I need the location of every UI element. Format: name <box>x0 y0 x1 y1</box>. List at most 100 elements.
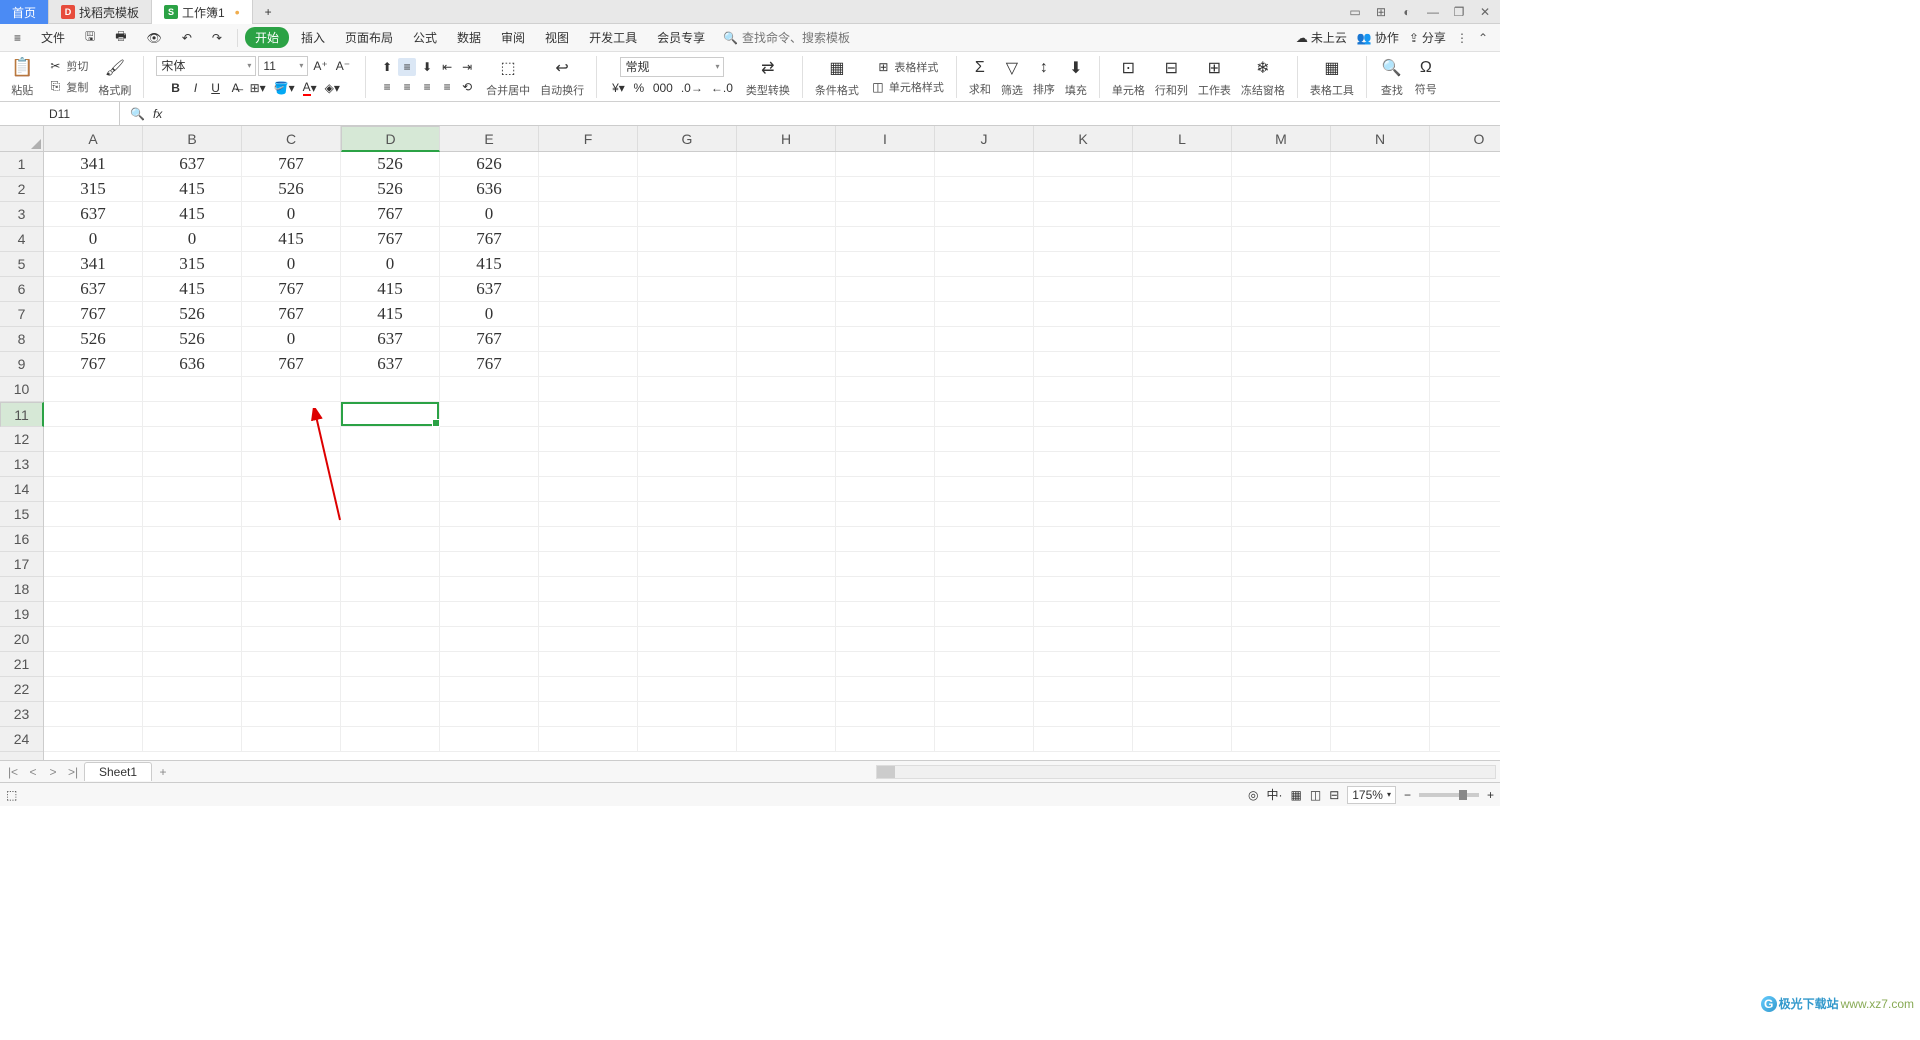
cell[interactable] <box>638 677 737 702</box>
formula-input[interactable] <box>172 102 1500 125</box>
cell[interactable] <box>1034 502 1133 527</box>
cell[interactable] <box>539 577 638 602</box>
cell[interactable] <box>539 552 638 577</box>
row-header[interactable]: 17 <box>0 552 43 577</box>
column-header[interactable]: L <box>1133 126 1232 151</box>
cell[interactable] <box>143 602 242 627</box>
cell[interactable] <box>638 727 737 752</box>
cell[interactable] <box>242 702 341 727</box>
cell[interactable] <box>1133 502 1232 527</box>
cell[interactable] <box>44 377 143 402</box>
cancel-fx-icon[interactable]: 🔍 <box>130 107 145 121</box>
cell[interactable]: 767 <box>440 352 539 377</box>
horizontal-scrollbar[interactable] <box>876 765 1496 779</box>
cell[interactable]: 637 <box>440 277 539 302</box>
command-search[interactable]: 🔍 <box>717 31 862 45</box>
tab-templates[interactable]: D 找稻壳模板 <box>49 0 152 24</box>
cell[interactable] <box>1232 702 1331 727</box>
cell[interactable] <box>1232 552 1331 577</box>
cell[interactable] <box>341 452 440 477</box>
cell[interactable] <box>1232 452 1331 477</box>
cell[interactable] <box>836 452 935 477</box>
cell[interactable] <box>935 627 1034 652</box>
zoom-select[interactable]: 175%▾ <box>1347 786 1396 804</box>
cell[interactable] <box>440 652 539 677</box>
cell[interactable] <box>44 677 143 702</box>
cell[interactable] <box>836 252 935 277</box>
cell[interactable] <box>44 602 143 627</box>
cell[interactable] <box>1430 377 1500 402</box>
cell[interactable] <box>44 702 143 727</box>
menu-file[interactable]: 文件 <box>33 26 73 49</box>
cell[interactable] <box>638 177 737 202</box>
cond-format-icon[interactable]: ▦ <box>826 56 847 80</box>
cell[interactable] <box>935 477 1034 502</box>
cell[interactable] <box>341 577 440 602</box>
cell[interactable] <box>1430 627 1500 652</box>
cell[interactable] <box>341 427 440 452</box>
cell[interactable]: 341 <box>44 152 143 177</box>
cell[interactable] <box>1232 577 1331 602</box>
cell[interactable] <box>1133 202 1232 227</box>
cell[interactable]: 526 <box>143 327 242 352</box>
cell[interactable] <box>143 527 242 552</box>
cell[interactable]: 0 <box>143 227 242 252</box>
cell[interactable] <box>737 302 836 327</box>
cell[interactable]: 767 <box>440 327 539 352</box>
cell[interactable] <box>242 727 341 752</box>
cell[interactable] <box>638 377 737 402</box>
menu-review[interactable]: 审阅 <box>493 26 533 49</box>
cell[interactable] <box>737 477 836 502</box>
cell[interactable] <box>1430 452 1500 477</box>
cell[interactable]: 0 <box>242 327 341 352</box>
row-header[interactable]: 14 <box>0 477 43 502</box>
cell[interactable] <box>737 377 836 402</box>
cell[interactable] <box>440 677 539 702</box>
cell[interactable] <box>1430 702 1500 727</box>
cell[interactable] <box>638 352 737 377</box>
sheet-nav-first-icon[interactable]: |< <box>4 763 22 781</box>
cell[interactable] <box>1034 177 1133 202</box>
cell[interactable] <box>1331 152 1430 177</box>
cell[interactable]: 0 <box>44 227 143 252</box>
cell[interactable] <box>1430 677 1500 702</box>
cell[interactable] <box>935 277 1034 302</box>
cell[interactable] <box>638 577 737 602</box>
cell[interactable] <box>440 402 539 427</box>
cell[interactable] <box>836 727 935 752</box>
dec-decimal-icon[interactable]: ←.0 <box>708 79 736 97</box>
cell[interactable] <box>935 727 1034 752</box>
cell[interactable]: 0 <box>242 202 341 227</box>
cell[interactable] <box>836 677 935 702</box>
cell[interactable] <box>836 327 935 352</box>
cell[interactable] <box>44 552 143 577</box>
cell[interactable] <box>1133 352 1232 377</box>
number-format-select[interactable]: 常规▾ <box>620 57 724 77</box>
cell[interactable]: 526 <box>44 327 143 352</box>
cell[interactable] <box>1430 152 1500 177</box>
cell[interactable] <box>1232 602 1331 627</box>
tab-workbook[interactable]: S 工作簿1 <box>152 0 253 24</box>
cell[interactable] <box>1232 352 1331 377</box>
cell[interactable] <box>935 327 1034 352</box>
cell[interactable] <box>836 277 935 302</box>
column-header[interactable]: E <box>440 126 539 151</box>
cell[interactable] <box>836 527 935 552</box>
row-header[interactable]: 12 <box>0 427 43 452</box>
menu-dev[interactable]: 开发工具 <box>581 26 645 49</box>
cell[interactable] <box>1331 527 1430 552</box>
cell[interactable] <box>44 502 143 527</box>
clear-format-icon[interactable]: ◈▾ <box>322 79 343 97</box>
cell[interactable] <box>1331 302 1430 327</box>
record-macro-icon[interactable]: ⬚ <box>6 788 17 802</box>
rowcol-icon[interactable]: ⊟ <box>1162 56 1181 80</box>
cell[interactable] <box>1034 477 1133 502</box>
cell[interactable] <box>143 477 242 502</box>
cell[interactable] <box>143 452 242 477</box>
cell[interactable] <box>440 577 539 602</box>
cell[interactable] <box>44 527 143 552</box>
cell[interactable] <box>341 652 440 677</box>
row-header[interactable]: 8 <box>0 327 43 352</box>
cell[interactable] <box>737 702 836 727</box>
cell[interactable] <box>935 452 1034 477</box>
